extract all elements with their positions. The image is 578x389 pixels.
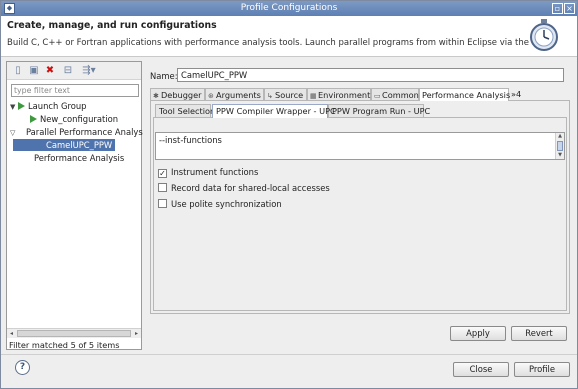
apply-button[interactable]: Apply bbox=[450, 326, 506, 341]
tab-environment[interactable]: ▦Environment bbox=[307, 88, 371, 100]
configuration-editor: Name: CamelUPC_PPW ✱ Debugger ⊛ Arguments … bbox=[147, 61, 574, 350]
scrollbar-thumb[interactable] bbox=[557, 141, 563, 151]
stopwatch-icon bbox=[530, 19, 558, 51]
compiler-args-textarea[interactable]: --inst-functions ▲ ▼ bbox=[155, 132, 565, 160]
performance-subtabs: Tool Selection PPW Compiler Wrapper - UP… bbox=[155, 104, 565, 118]
header-title: Create, manage, and run configurations bbox=[7, 20, 217, 31]
checkbox-checked[interactable]: ✓ bbox=[158, 169, 167, 178]
window-title: Profile Configurations bbox=[240, 3, 338, 13]
checkbox-unchecked[interactable] bbox=[158, 199, 167, 208]
profile-configurations-dialog: ◆ Profile Configurations ▫ × Create, man… bbox=[0, 0, 578, 389]
tree-item-new-configuration[interactable]: New_configuration bbox=[30, 113, 118, 125]
scrollbar-thumb[interactable] bbox=[17, 330, 131, 337]
more-tabs-button[interactable]: »4 bbox=[509, 88, 527, 100]
tree-item-camelupc-ppw[interactable]: CamelUPC_PPW bbox=[13, 139, 115, 151]
scroll-down-icon[interactable]: ▼ bbox=[556, 152, 564, 159]
revert-button[interactable]: Revert bbox=[511, 326, 567, 341]
horizontal-scrollbar[interactable]: ◂ ▸ bbox=[7, 328, 141, 338]
config-toolbar: ▯ ▣ ✖ ⊟ ⇶▾ bbox=[7, 62, 141, 80]
record-shared-local-checkbox[interactable]: Record data for shared-local accesses bbox=[158, 182, 330, 194]
tab-source[interactable]: ↳ Source bbox=[264, 88, 307, 100]
tree-item-parallel-performance-analysis[interactable]: ▽ Parallel Performance Analys bbox=[10, 126, 143, 138]
expanded-arrow-icon[interactable]: ▽ bbox=[10, 127, 18, 139]
help-icon[interactable]: ? bbox=[15, 360, 30, 375]
filter-input[interactable]: type filter text bbox=[11, 84, 139, 97]
filter-menu-icon[interactable]: ⇶▾ bbox=[78, 65, 100, 77]
tab-common[interactable]: ▭Common bbox=[371, 88, 419, 100]
name-label: Name: bbox=[150, 71, 178, 81]
performance-analysis-panel: Tool Selection PPW Compiler Wrapper - UP… bbox=[150, 100, 570, 314]
tree-item-performance-analysis[interactable]: Performance Analysis bbox=[34, 152, 124, 164]
vertical-scrollbar[interactable]: ▲ ▼ bbox=[555, 133, 564, 159]
subtab-ppw-compiler-wrapper[interactable]: PPW Compiler Wrapper - UPC bbox=[212, 104, 336, 118]
launch-icon bbox=[18, 102, 25, 110]
polite-synchronization-checkbox[interactable]: Use polite synchronization bbox=[158, 198, 282, 210]
scroll-up-icon[interactable]: ▲ bbox=[556, 133, 564, 140]
duplicate-config-icon[interactable]: ▣ bbox=[28, 65, 40, 77]
collapse-all-icon[interactable]: ⊟ bbox=[62, 65, 74, 77]
dialog-header: Create, manage, and run configurations B… bbox=[1, 16, 577, 57]
configuration-list-pane: ▯ ▣ ✖ ⊟ ⇶▾ type filter text ▼ Launch Grou… bbox=[6, 61, 143, 350]
profile-button[interactable]: Profile bbox=[514, 362, 570, 377]
close-button[interactable]: Close bbox=[453, 362, 509, 377]
window-icon: ◆ bbox=[4, 3, 15, 14]
minimize-button[interactable]: ▫ bbox=[552, 3, 563, 14]
compiler-wrapper-panel: --inst-functions ▲ ▼ ✓ Instrument functio… bbox=[153, 117, 567, 311]
header-description: Build C, C++ or Fortran applications wit… bbox=[7, 38, 549, 48]
instrument-functions-checkbox[interactable]: ✓ Instrument functions bbox=[158, 166, 258, 178]
close-window-button[interactable]: × bbox=[564, 3, 575, 14]
delete-config-icon[interactable]: ✖ bbox=[44, 65, 56, 77]
new-config-icon[interactable]: ▯ bbox=[12, 65, 24, 77]
scroll-right-icon[interactable]: ▸ bbox=[132, 329, 141, 338]
name-input[interactable]: CamelUPC_PPW bbox=[177, 68, 564, 82]
checkbox-unchecked[interactable] bbox=[158, 183, 167, 192]
subtab-tool-selection[interactable]: Tool Selection bbox=[155, 104, 215, 117]
tab-performance-analysis[interactable]: Performance Analysis bbox=[419, 88, 510, 101]
footer-separator bbox=[1, 354, 577, 355]
tab-debugger[interactable]: ✱ Debugger bbox=[150, 88, 205, 100]
tree-item-launch-group[interactable]: ▼ Launch Group bbox=[10, 100, 87, 112]
launch-icon bbox=[30, 115, 37, 123]
tab-arguments[interactable]: ⊛ Arguments bbox=[205, 88, 264, 100]
title-bar: ◆ Profile Configurations ▫ × bbox=[1, 1, 577, 16]
scroll-left-icon[interactable]: ◂ bbox=[7, 329, 16, 338]
filter-status: Filter matched 5 of 5 items bbox=[9, 340, 120, 350]
expanded-arrow-icon[interactable]: ▼ bbox=[10, 101, 18, 113]
subtab-ppw-program-run[interactable]: PPW Program Run - UPC bbox=[328, 104, 430, 117]
